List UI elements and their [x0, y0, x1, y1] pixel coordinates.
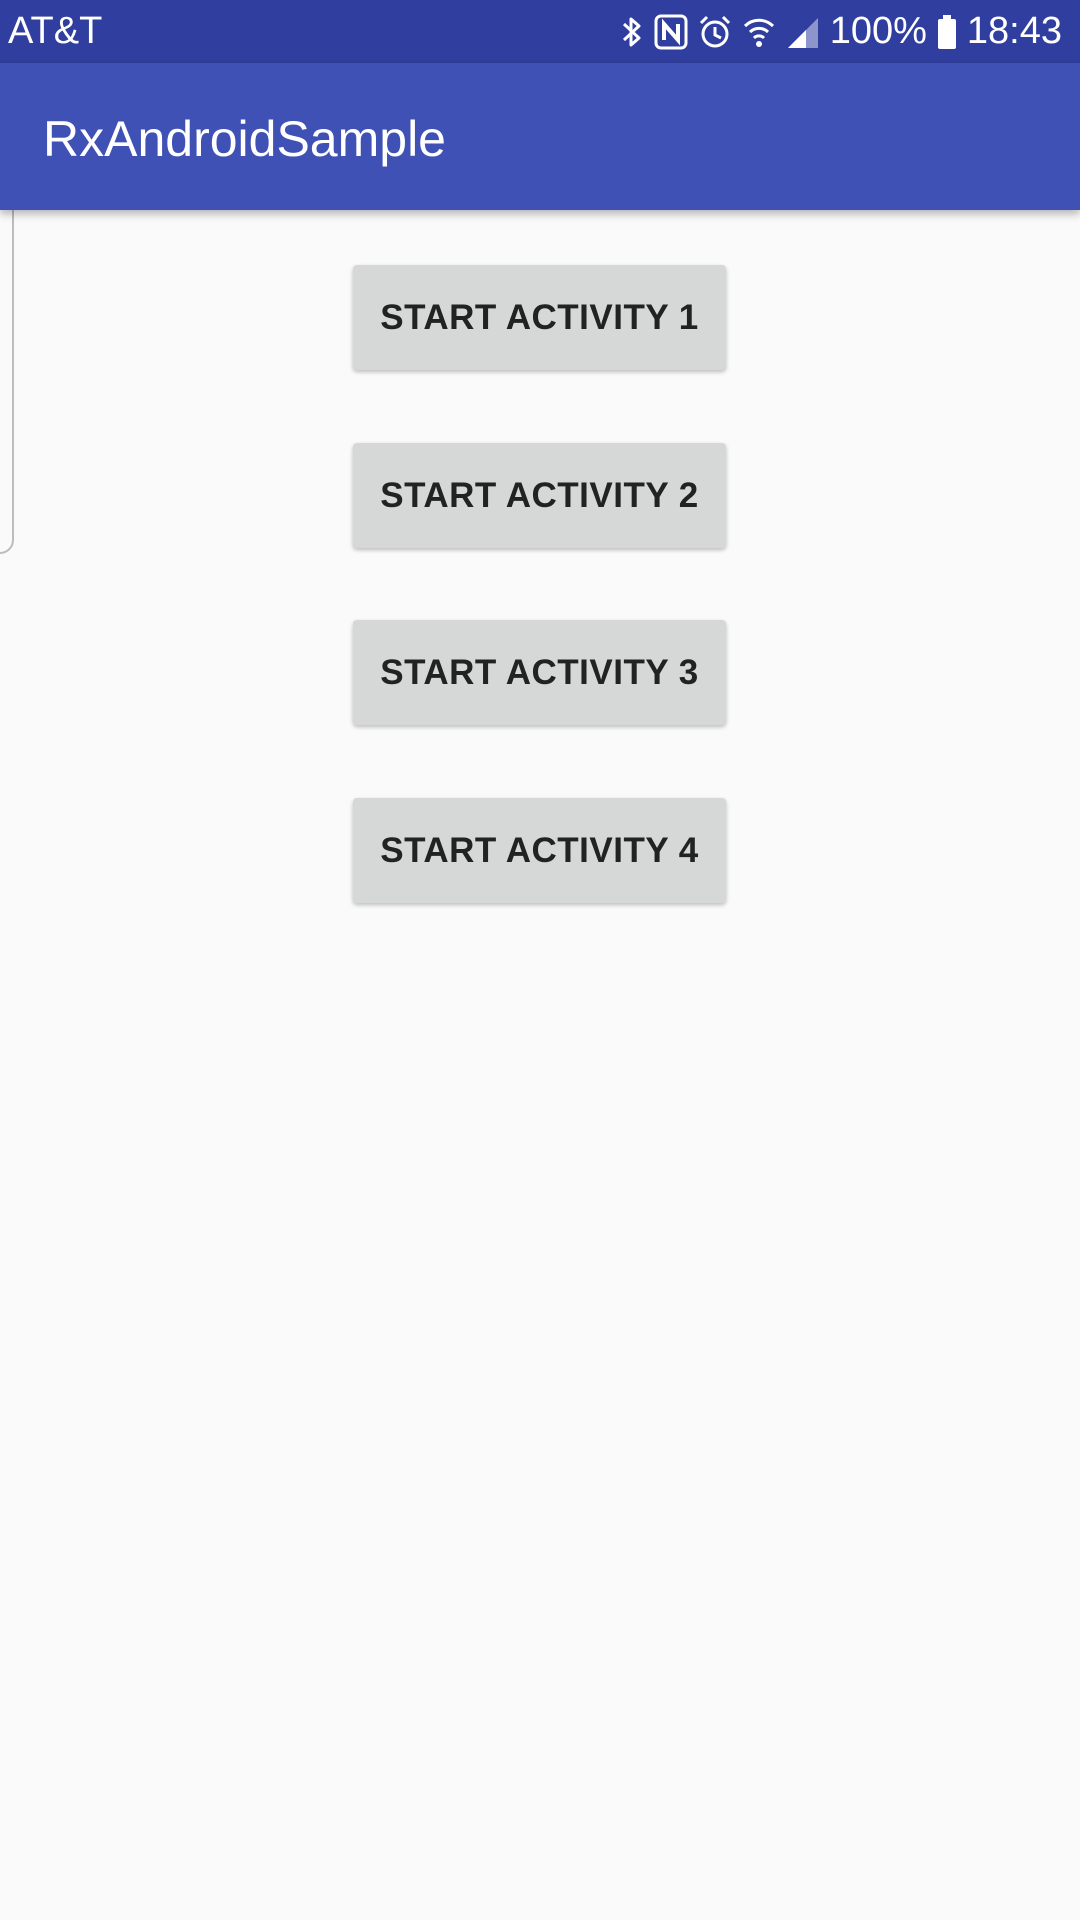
- start-activity-4-button[interactable]: START ACTIVITY 4: [353, 798, 726, 903]
- wifi-icon: [742, 14, 776, 50]
- status-bar: AT&T 100% 18:43: [0, 0, 1080, 63]
- start-activity-2-button[interactable]: START ACTIVITY 2: [353, 443, 726, 548]
- signal-icon: [786, 14, 820, 50]
- nfc-icon: [654, 14, 688, 50]
- carrier-label: AT&T: [8, 10, 103, 52]
- clock: 18:43: [966, 10, 1062, 52]
- battery-percent: 100%: [829, 10, 927, 52]
- battery-icon: [937, 14, 957, 50]
- edge-panel-handle[interactable]: [0, 190, 14, 554]
- alarm-icon: [698, 14, 732, 50]
- app-title: RxAndroidSample: [43, 111, 446, 167]
- start-activity-3-button[interactable]: START ACTIVITY 3: [353, 620, 726, 725]
- status-icons: 100% 18:43: [620, 0, 1062, 63]
- app-bar: RxAndroidSample: [0, 63, 1080, 210]
- bluetooth-icon: [620, 14, 644, 50]
- start-activity-1-button[interactable]: START ACTIVITY 1: [353, 265, 726, 370]
